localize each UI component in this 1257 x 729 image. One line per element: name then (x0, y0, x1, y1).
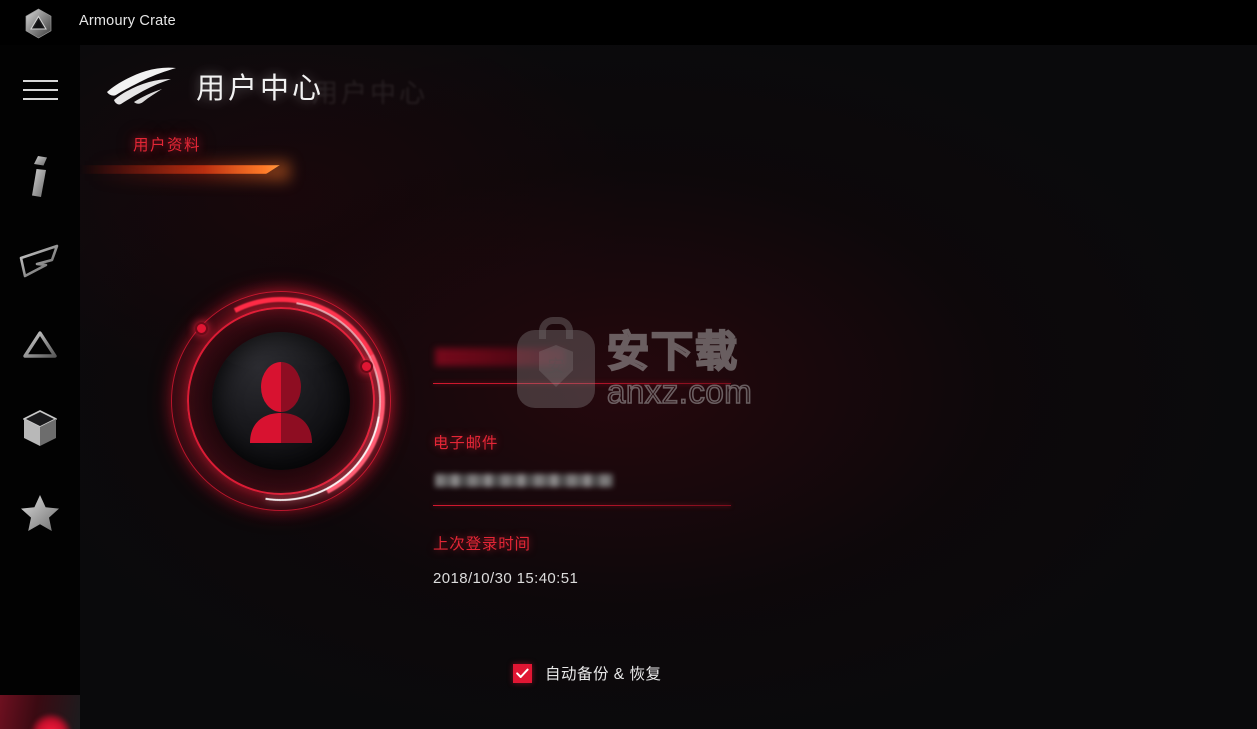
app-title: Armoury Crate (79, 13, 176, 29)
sidebar-item-aura-sync[interactable] (0, 303, 80, 387)
star-icon (20, 494, 60, 532)
info-icon (29, 156, 51, 198)
cube-box-icon (22, 409, 58, 449)
avatar-disc (212, 332, 350, 470)
name-field-value-redacted (435, 348, 565, 366)
last-login-label: 上次登录时间 (433, 536, 531, 553)
title-bar: Armoury Crate (0, 0, 1257, 45)
checkmark-icon (516, 668, 529, 679)
page-title-ghost: 用户中心 (312, 78, 429, 108)
page-title: 用户中心 (196, 73, 325, 105)
profile-avatar[interactable] (141, 261, 421, 541)
auto-backup-label: 自动备份 & 恢复 (545, 666, 662, 683)
left-navigation-rail (0, 45, 80, 729)
sidebar-item-info[interactable] (0, 135, 80, 219)
page-header: 用户中心 (104, 62, 324, 110)
rail-item-list (0, 135, 80, 555)
email-field-label: 电子邮件 (433, 435, 499, 452)
email-field[interactable]: 电子邮件 (433, 386, 763, 506)
aura-triangle-icon (21, 330, 59, 360)
name-field[interactable] (433, 290, 763, 386)
armoury-crate-window: Armoury Crate 用户中心 用户中心 用户资料 电子邮件 上次登录时间… (0, 0, 1257, 729)
tab-bar: 用户资料 (80, 133, 1257, 183)
sidebar-item-game-library[interactable] (0, 387, 80, 471)
auto-backup-checkbox-row[interactable]: 自动备份 & 恢复 (513, 662, 661, 684)
sidebar-item-featured[interactable] (0, 471, 80, 555)
user-avatar-glow-icon (30, 713, 72, 729)
name-field-underline (433, 383, 731, 384)
device-panel-icon (19, 244, 61, 278)
armoury-crate-hex-logo-icon (22, 7, 55, 40)
auto-backup-checkbox[interactable] (513, 663, 532, 683)
last-login-block: 上次登录时间 2018/10/30 15:40:51 (433, 506, 763, 598)
sidebar-item-device[interactable] (0, 219, 80, 303)
avatar-ring-dot-left (195, 322, 208, 335)
email-field-value-redacted (435, 474, 613, 487)
main-content-panel: 用户中心 用户中心 用户资料 电子邮件 上次登录时间 2018/10/30 15… (80, 45, 1257, 729)
hamburger-menu-icon[interactable] (0, 68, 80, 112)
rail-user-avatar-button[interactable] (0, 695, 80, 729)
tab-user-profile[interactable]: 用户资料 (133, 133, 201, 155)
profile-form: 电子邮件 上次登录时间 2018/10/30 15:40:51 自动备份 & 恢… (433, 290, 763, 683)
rog-eye-logo-icon (104, 62, 180, 110)
avatar-ring-dot-right (360, 360, 373, 373)
tab-underline-active (80, 165, 280, 174)
user-silhouette-icon (242, 361, 320, 448)
last-login-value: 2018/10/30 15:40:51 (433, 570, 579, 587)
